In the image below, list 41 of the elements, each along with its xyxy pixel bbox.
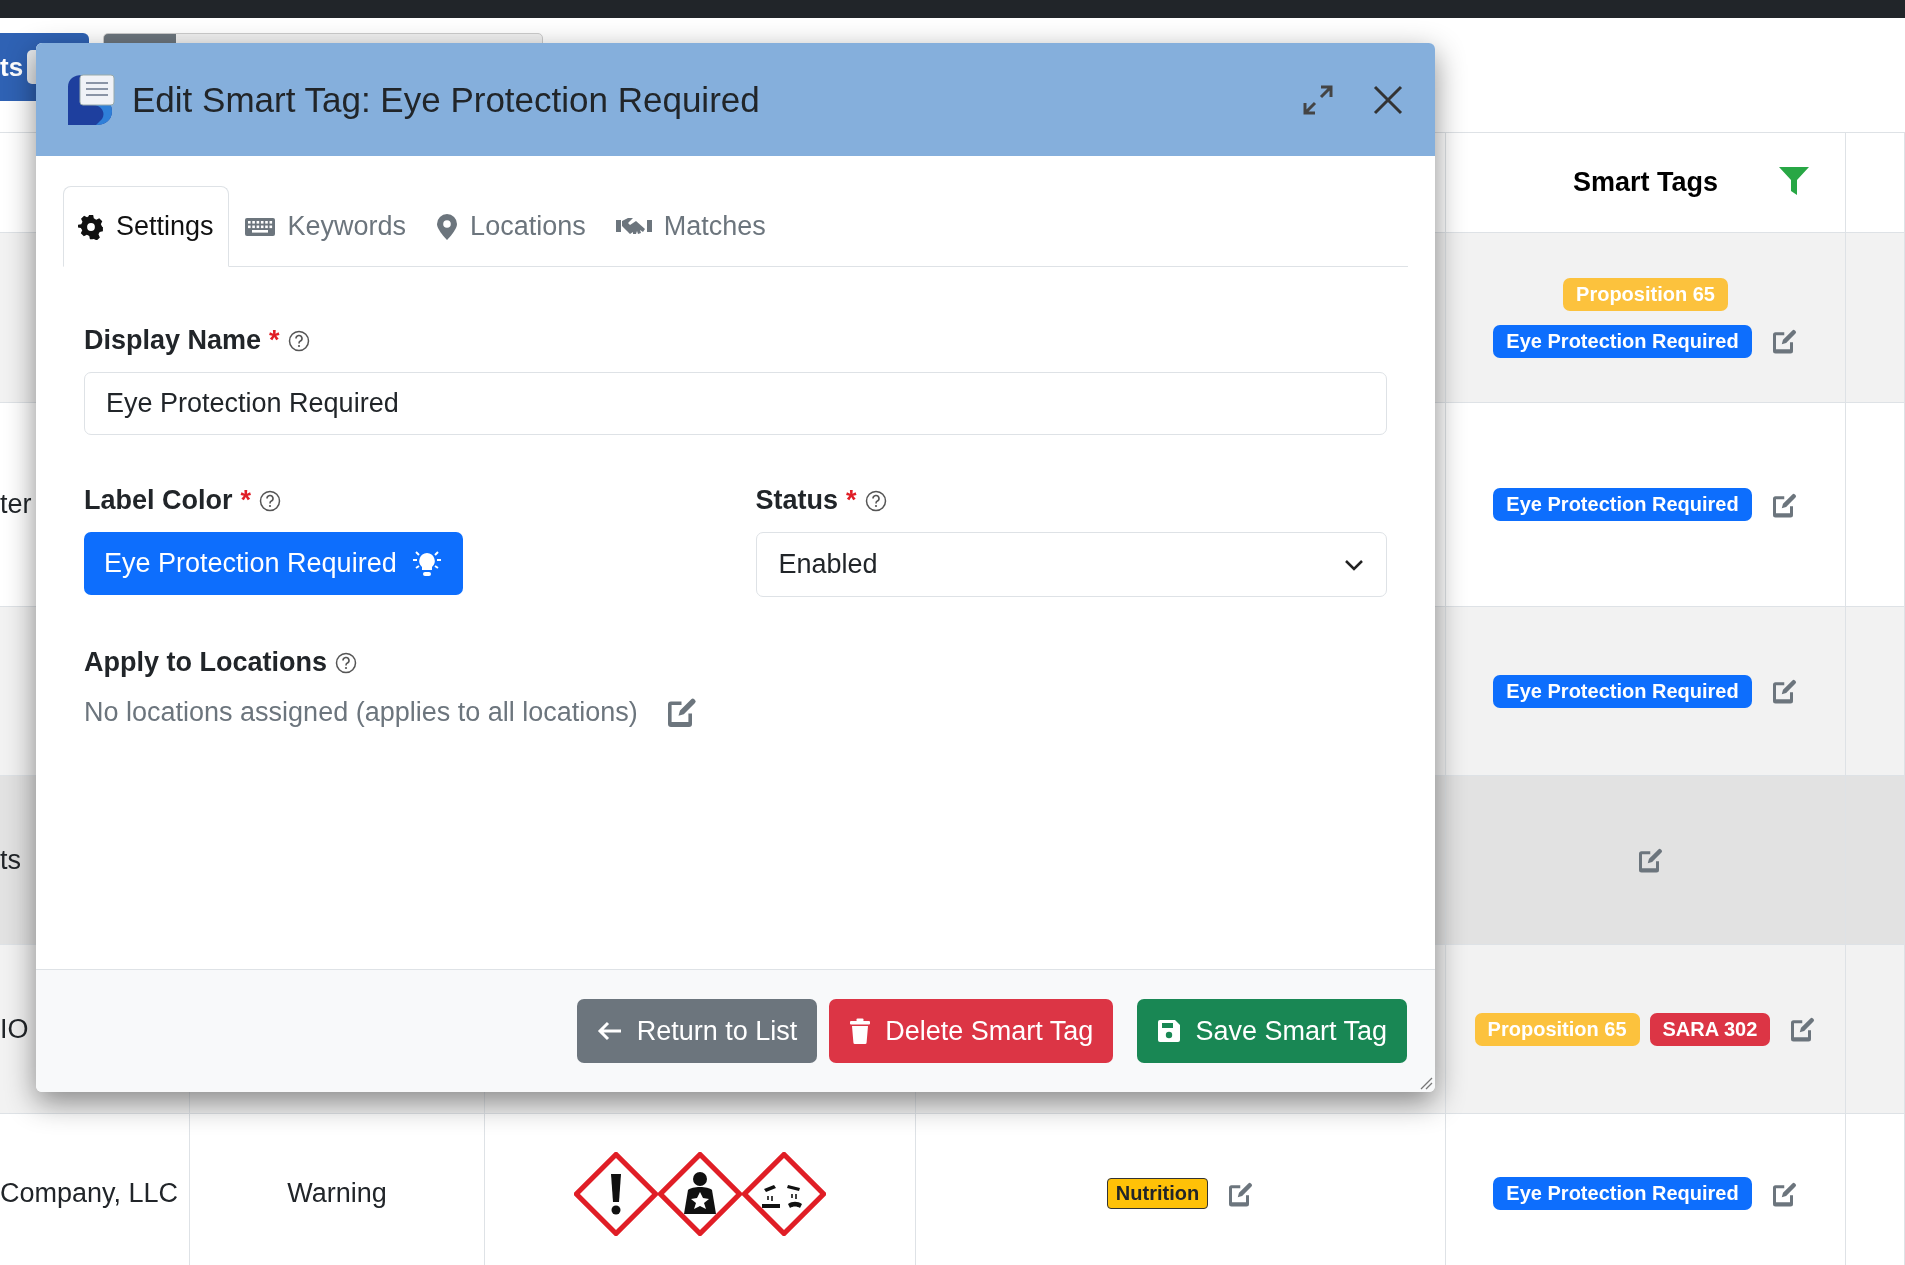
required-mark: * [269,325,280,356]
required-mark: * [240,485,252,516]
tag-badge: Eye Protection Required [1493,324,1752,358]
tab[interactable]: Matches [600,186,781,267]
arrow-left-icon [596,1020,623,1042]
tab[interactable]: Locations [421,186,601,267]
tag-badge: Proposition 65 [1563,277,1728,311]
tag-badge: SARA 302 [1649,1012,1771,1046]
table-cell: Company, LLC [0,1114,190,1265]
save-button[interactable]: Save Smart Tag [1137,999,1407,1063]
tab[interactable]: Settings [63,186,229,267]
gear-icon [78,213,104,240]
display-name-field[interactable]: Eye Protection Required [84,372,1387,435]
table-cell: Warning [190,1114,485,1265]
return-button[interactable]: Return to List [576,999,818,1063]
tab[interactable]: Keywords [228,186,422,267]
tag-badge: Eye Protection Required [1493,1177,1752,1210]
required-mark: * [846,485,857,516]
delete-button[interactable]: Delete Smart Tag [829,999,1114,1063]
locations-note: No locations assigned (applies to all locations) [84,696,638,728]
help-icon[interactable] [287,329,310,352]
tag-badge: Proposition 65 [1474,1012,1640,1046]
trash-icon [849,1018,872,1044]
resize-handle-icon[interactable] [1419,1076,1433,1090]
column-header: Smart Tags [1572,167,1718,198]
tag-badge: Nutrition [1106,1178,1209,1209]
status-select[interactable]: Enabled [755,532,1387,597]
field-label: Display Name [84,325,262,356]
lightbulb-icon [410,548,443,579]
label-color-button[interactable]: Eye Protection Required [84,532,463,595]
chevron-down-icon [1344,558,1364,571]
help-icon[interactable] [864,489,887,512]
tag-badge: Eye Protection Required [1493,488,1752,521]
dialog-title: Edit Smart Tag: Eye Protection Required [132,79,761,120]
map-pin-icon [436,212,459,241]
tag-badge: Eye Protection Required [1493,674,1752,708]
field-label: Status [755,485,839,516]
field-label: Apply to Locations [84,647,327,678]
filter-icon[interactable] [1779,167,1809,195]
help-icon[interactable] [259,489,282,512]
help-icon[interactable] [335,651,357,674]
